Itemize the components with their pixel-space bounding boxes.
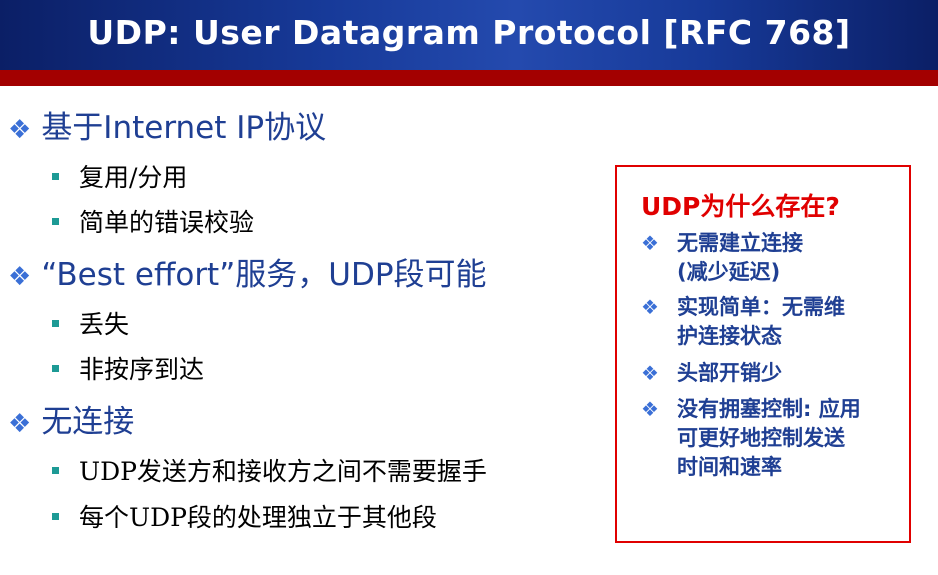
callout-item-1-line-1: 无需建立连接: [677, 231, 803, 255]
point-2-sub-1-text: 丢失: [79, 310, 130, 339]
slide-title: UDP: User Datagram Protocol [RFC 768]: [87, 13, 851, 52]
callout-item-3-line-1: 头部开销少: [677, 361, 782, 385]
callout-item-2: ❖ 实现简单：无需维 护连接状态: [641, 293, 903, 351]
point-1-text: 基于Internet IP协议: [41, 110, 327, 146]
diamond-bullet-icon: ❖: [641, 397, 659, 421]
callout-item-2-line-1: 实现简单：无需维: [677, 295, 845, 319]
point-1: ❖ 基于Internet IP协议: [8, 108, 326, 150]
callout-item-3: ❖ 头部开销少: [641, 359, 903, 388]
diamond-bullet-icon: ❖: [8, 262, 32, 292]
square-bullet-icon: [52, 365, 59, 372]
square-bullet-icon: [52, 513, 59, 520]
diamond-bullet-icon: ❖: [641, 231, 659, 255]
point-3-sub-2-text: 每个UDP段的处理独立于其他段: [79, 503, 437, 532]
point-1-sub-2: 简单的错误校验: [52, 205, 254, 241]
diamond-bullet-icon: ❖: [641, 295, 659, 319]
point-2: ❖ “Best effort”服务，UDP段可能: [8, 255, 487, 297]
point-3-sub-1-text: UDP发送方和接收方之间不需要握手: [79, 457, 487, 486]
square-bullet-icon: [52, 218, 59, 225]
point-3: ❖ 无连接: [8, 402, 134, 444]
callout-item-1-line-2: (减少延迟): [677, 260, 781, 284]
square-bullet-icon: [52, 320, 59, 327]
diamond-bullet-icon: ❖: [8, 409, 32, 439]
point-2-text: “Best effort”服务，UDP段可能: [41, 257, 487, 293]
square-bullet-icon: [52, 173, 59, 180]
square-bullet-icon: [52, 467, 59, 474]
diamond-bullet-icon: ❖: [641, 361, 659, 385]
callout-title: UDP为什么存在?: [641, 192, 840, 221]
point-3-sub-2: 每个UDP段的处理独立于其他段: [52, 500, 437, 536]
point-1-sub-1-text: 复用/分用: [79, 163, 188, 192]
point-2-sub-2-text: 非按序到达: [79, 355, 205, 384]
callout-item-2-line-2: 护连接状态: [677, 324, 782, 348]
callout-item-4-line-3: 时间和速率: [677, 455, 782, 479]
point-2-sub-1: 丢失: [52, 307, 129, 343]
slide-header: UDP: User Datagram Protocol [RFC 768]: [0, 0, 938, 70]
callout-item-1: ❖ 无需建立连接 (减少延迟): [641, 229, 903, 287]
point-3-sub-1: UDP发送方和接收方之间不需要握手: [52, 454, 487, 490]
callout-item-4-line-2: 可更好地控制发送: [677, 426, 845, 450]
callout-item-4-line-1: 没有拥塞控制: 应用: [677, 397, 861, 421]
point-3-text: 无连接: [41, 404, 135, 440]
diamond-bullet-icon: ❖: [8, 115, 32, 145]
callout-item-4: ❖ 没有拥塞控制: 应用 可更好地控制发送 时间和速率: [641, 395, 903, 482]
header-accent-bar: [0, 70, 938, 86]
point-2-sub-2: 非按序到达: [52, 352, 204, 388]
point-1-sub-1: 复用/分用: [52, 160, 187, 196]
callout-box: UDP为什么存在? ❖ 无需建立连接 (减少延迟) ❖ 实现简单：无需维 护连接…: [615, 165, 911, 543]
point-1-sub-2-text: 简单的错误校验: [79, 208, 255, 237]
